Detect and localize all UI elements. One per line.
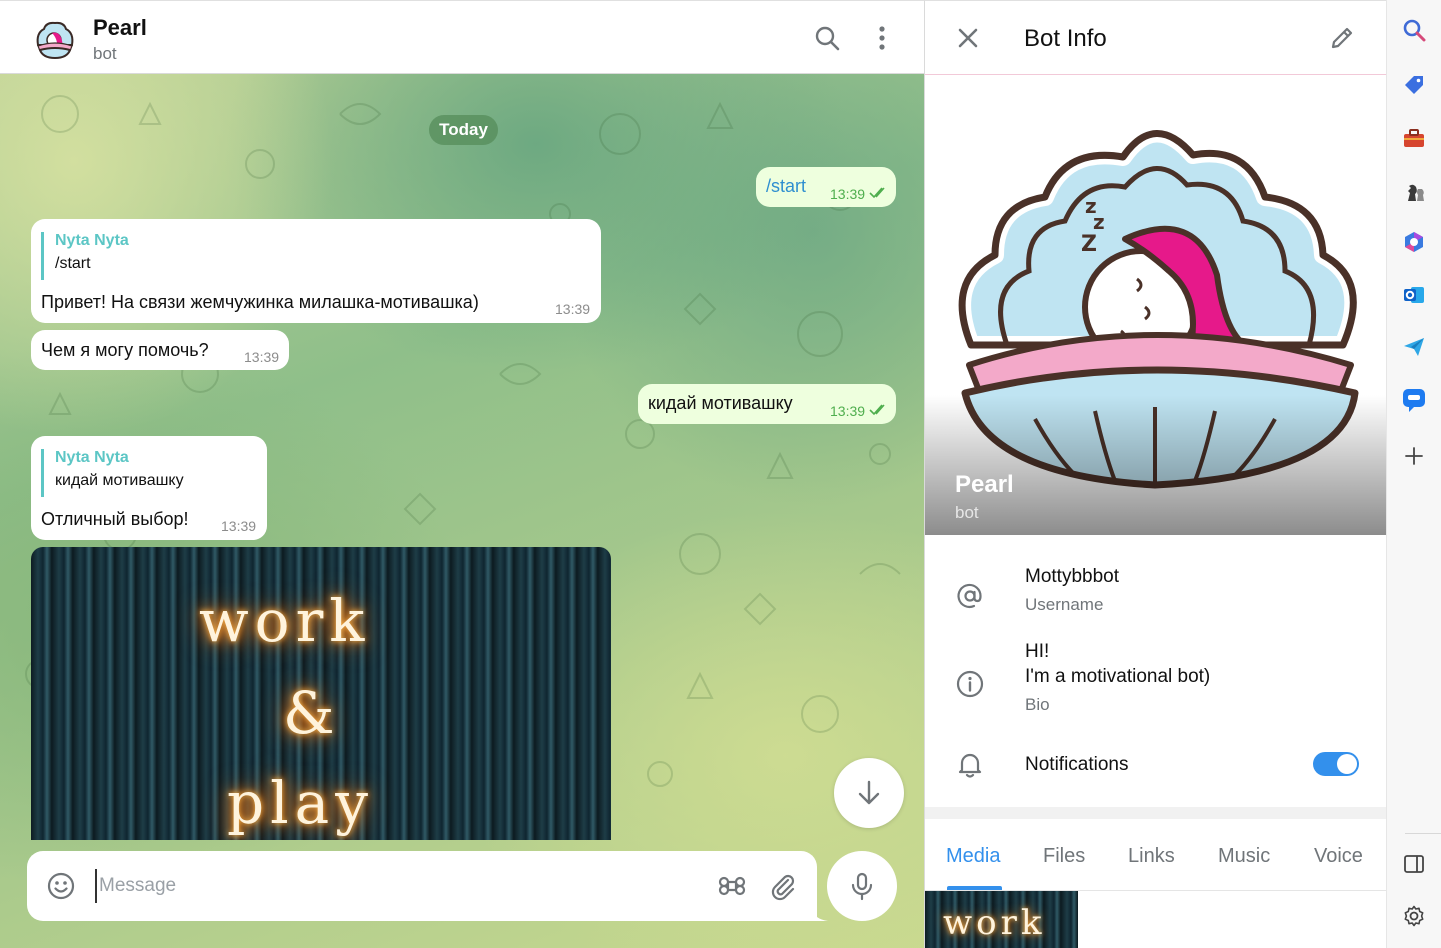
- tab-media[interactable]: Media: [946, 845, 1000, 868]
- at-sign-icon: [957, 583, 982, 609]
- edit-icon[interactable]: [1327, 23, 1357, 53]
- tab-files[interactable]: Files: [1043, 845, 1085, 868]
- toggle-knob: [1337, 754, 1357, 774]
- bell-icon: [958, 753, 982, 778]
- bot-info-panel: Bot Info z z Z Pearl bot Mottybbbot User…: [924, 0, 1387, 948]
- bio-line[interactable]: HI!: [1025, 641, 1049, 663]
- chat-background: Today /start 13:39 Nyta Nyta /start Прив…: [0, 74, 924, 948]
- bot-info-header: Bot Info: [925, 1, 1387, 75]
- reply-author: Nyta Nyta: [55, 232, 129, 249]
- image-message[interactable]: work & play: [31, 547, 611, 840]
- media-thumbnail[interactable]: work: [925, 891, 1078, 948]
- outlook-icon[interactable]: [1400, 281, 1428, 309]
- scroll-to-bottom-button[interactable]: [834, 758, 904, 828]
- message-time: 13:39: [221, 518, 257, 534]
- svg-text:Z: Z: [1081, 232, 1097, 257]
- arrow-down-icon: [858, 780, 880, 805]
- tab-voice[interactable]: Voice: [1314, 845, 1363, 868]
- thumbnail-neon-text: work: [943, 903, 1046, 943]
- message-bubble-outgoing[interactable]: кидай мотивашку 13:39: [638, 384, 896, 424]
- image-neon-text: play: [227, 769, 375, 837]
- message-input[interactable]: [95, 869, 695, 903]
- attach-icon[interactable]: [768, 871, 798, 901]
- tab-music[interactable]: Music: [1218, 845, 1270, 868]
- panel-title: Bot Info: [1024, 25, 1107, 52]
- profile-name: Pearl: [955, 471, 1014, 498]
- profile-photo[interactable]: z z Z Pearl bot: [925, 75, 1387, 535]
- message-bubble-outgoing[interactable]: /start 13:39: [756, 167, 896, 207]
- chat-header[interactable]: Pearl bot: [0, 0, 924, 74]
- message-text: Привет! На связи жемчужинка милашка-моти…: [41, 292, 479, 312]
- add-icon[interactable]: [1400, 442, 1428, 470]
- search-icon[interactable]: [812, 23, 842, 53]
- reply-preview[interactable]: Nyta Nyta /start: [41, 232, 129, 280]
- profile-status: bot: [955, 503, 979, 522]
- tag-icon[interactable]: [1400, 71, 1428, 99]
- message-time: 13:39: [830, 186, 866, 202]
- message-text: Чем я могу помочь?: [41, 340, 209, 360]
- read-receipt-icon: [869, 187, 885, 199]
- message-time: 13:39: [555, 301, 591, 317]
- message-bubble-incoming[interactable]: Nyta Nyta кидай мотивашку Отличный выбор…: [31, 436, 267, 540]
- browser-sidebar: [1386, 0, 1441, 948]
- message-composer: [27, 851, 817, 921]
- message-time: 13:39: [830, 403, 866, 419]
- bot-avatar[interactable]: [30, 15, 80, 65]
- read-receipt-icon: [869, 404, 885, 416]
- chat-title[interactable]: Pearl: [93, 15, 147, 41]
- message-text: Отличный выбор!: [41, 509, 189, 529]
- username-value[interactable]: Mottybbbot: [1025, 566, 1119, 588]
- tab-links[interactable]: Links: [1128, 845, 1175, 868]
- profile-shade: [925, 395, 1387, 535]
- send-icon[interactable]: [1400, 333, 1428, 361]
- username-label: Username: [1025, 595, 1104, 614]
- bot-commands-icon[interactable]: [717, 871, 747, 901]
- bio-label: Bio: [1025, 695, 1050, 714]
- reply-text: /start: [55, 255, 91, 272]
- copilot-icon[interactable]: [1400, 228, 1428, 256]
- sidebar-separator: [1405, 833, 1441, 834]
- chess-icon[interactable]: [1400, 178, 1428, 206]
- image-neon-text: &: [283, 679, 341, 747]
- notifications-label: Notifications: [1025, 754, 1129, 775]
- reply-preview[interactable]: Nyta Nyta кидай мотивашку: [41, 449, 184, 497]
- shared-media-tabs: Media Files Links Music Voice: [925, 819, 1387, 891]
- emoji-icon[interactable]: [46, 871, 76, 901]
- close-icon[interactable]: [953, 23, 983, 53]
- microphone-icon: [851, 872, 873, 901]
- message-text: кидай мотивашку: [648, 393, 793, 413]
- chat-icon[interactable]: [1400, 386, 1428, 414]
- section-divider: [925, 807, 1387, 819]
- settings-icon[interactable]: [1400, 902, 1428, 930]
- info-icon: [956, 670, 984, 698]
- composer-tail: [812, 909, 828, 921]
- active-tab-indicator: [947, 886, 1002, 890]
- toolbox-icon[interactable]: [1400, 124, 1428, 152]
- reply-author: Nyta Nyta: [55, 449, 129, 466]
- more-options-icon[interactable]: [867, 23, 897, 53]
- image-neon-text: work: [199, 587, 371, 655]
- message-text[interactable]: /start: [766, 176, 806, 197]
- reply-text: кидай мотивашку: [55, 472, 184, 489]
- bio-line[interactable]: I'm a motivational bot): [1025, 666, 1210, 688]
- voice-record-button[interactable]: [827, 851, 897, 921]
- svg-text:z: z: [1093, 210, 1105, 234]
- chat-column: Pearl bot Today /start 13:39 Nyta Nyta /…: [0, 0, 924, 948]
- message-time: 13:39: [244, 349, 280, 365]
- search-icon[interactable]: [1400, 16, 1428, 44]
- split-view-icon[interactable]: [1400, 850, 1428, 878]
- message-bubble-incoming[interactable]: Nyta Nyta /start Привет! На связи жемчуж…: [31, 219, 601, 323]
- chat-subtitle: bot: [93, 44, 117, 63]
- message-bubble-incoming[interactable]: Чем я могу помочь? 13:39: [31, 330, 289, 370]
- notifications-toggle[interactable]: [1313, 752, 1359, 776]
- date-separator: Today: [429, 115, 498, 145]
